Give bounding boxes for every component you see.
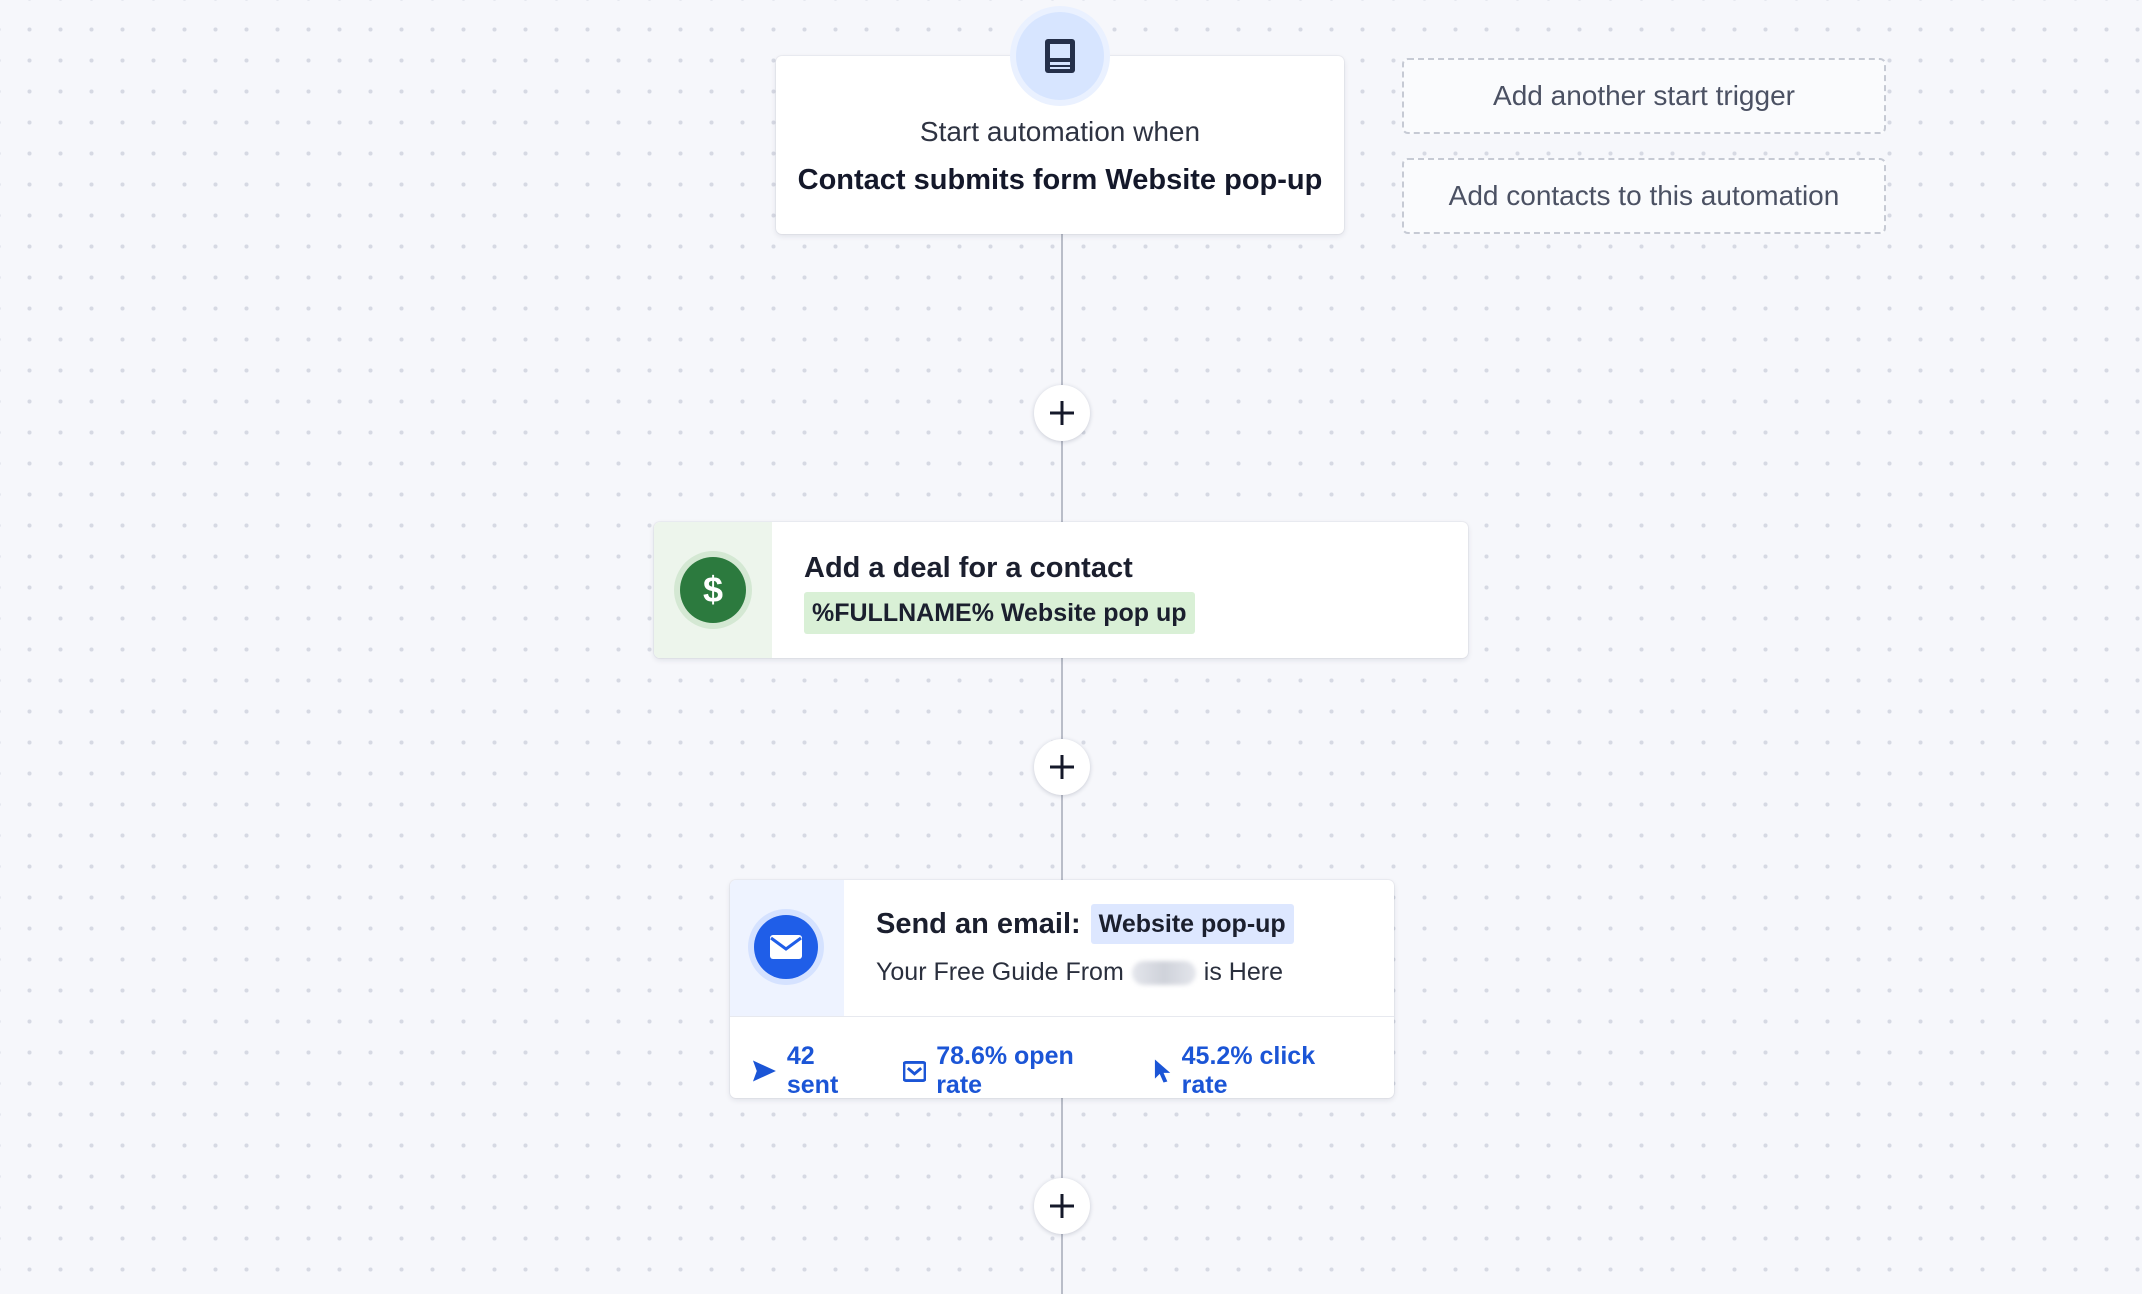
step-title: Send an email: xyxy=(876,907,1081,940)
flow-connector xyxy=(1061,234,1063,522)
add-step-button[interactable] xyxy=(1034,1178,1090,1234)
send-icon xyxy=(752,1060,776,1082)
step-icon-panel: $ xyxy=(654,522,772,658)
add-start-trigger-button[interactable]: Add another start trigger xyxy=(1402,58,1886,134)
redacted-text xyxy=(1131,960,1196,985)
email-subject-start: Your Free Guide From xyxy=(876,958,1124,986)
email-stats: 42 sent 78.6% open rate 45.2% click rate xyxy=(752,1042,1394,1098)
add-contacts-button[interactable]: Add contacts to this automation xyxy=(1402,158,1886,234)
email-subject: Your Free Guide From is Here xyxy=(876,958,1283,987)
open-rate-stat[interactable]: 78.6% open rate xyxy=(903,1042,1118,1098)
click-rate: 45.2% click rate xyxy=(1181,1042,1316,1098)
cursor-icon xyxy=(1154,1059,1170,1083)
form-icon xyxy=(1016,12,1104,100)
sent-stat[interactable]: 42 sent xyxy=(752,1042,869,1098)
add-step-button[interactable] xyxy=(1034,385,1090,441)
add-deal-step-card[interactable]: $ Add a deal for a contact %FULLNAME% We… xyxy=(654,522,1468,658)
click-rate-stat[interactable]: 45.2% click rate xyxy=(1153,1042,1361,1098)
plus-icon xyxy=(1050,755,1074,779)
divider xyxy=(730,1016,1394,1017)
deal-name-tag: %FULLNAME% Website pop up xyxy=(804,592,1195,634)
send-email-step-card[interactable]: Send an email: Website pop-up Your Free … xyxy=(730,880,1394,1098)
step-title: Add a deal for a contact xyxy=(804,552,1133,584)
sent-count: 42 sent xyxy=(786,1042,839,1098)
email-name-tag: Website pop-up xyxy=(1090,904,1294,944)
open-rate: 78.6% open rate xyxy=(936,1042,1074,1098)
step-icon-panel xyxy=(730,880,844,1016)
plus-icon xyxy=(1050,401,1074,425)
add-step-button[interactable] xyxy=(1034,739,1090,795)
trigger-description: Contact submits form Website pop-up xyxy=(797,164,1323,196)
plus-icon xyxy=(1050,1194,1074,1218)
trigger-label: Start automation when xyxy=(919,116,1201,147)
open-envelope-icon xyxy=(903,1060,927,1083)
dollar-icon: $ xyxy=(680,557,746,623)
email-subject-end: is Here xyxy=(1203,958,1283,986)
envelope-icon xyxy=(754,915,818,979)
